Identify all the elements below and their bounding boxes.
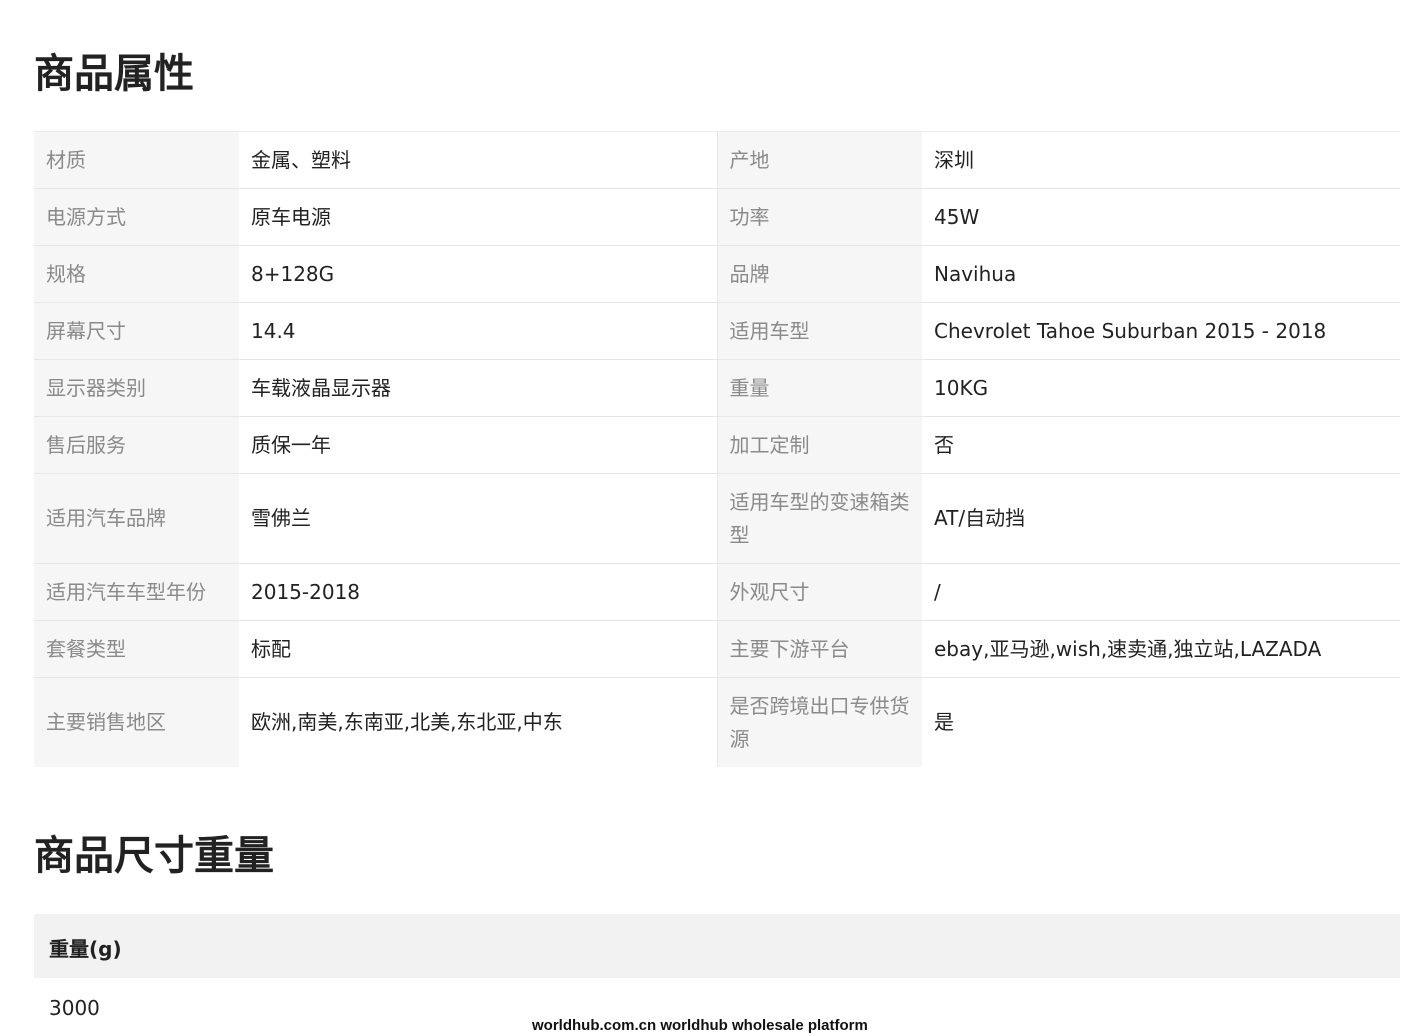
table-row: 显示器类别 车载液晶显示器 重量 10KG bbox=[34, 359, 1400, 417]
attr-key: 功率 bbox=[717, 188, 922, 246]
attr-value: / bbox=[922, 563, 1400, 621]
attr-key: 产地 bbox=[717, 132, 922, 189]
attr-value: 深圳 bbox=[922, 132, 1400, 189]
attr-key: 主要销售地区 bbox=[34, 677, 239, 767]
attr-key: 显示器类别 bbox=[34, 359, 239, 417]
attr-value: 是 bbox=[922, 677, 1400, 767]
table-row: 规格 8+128G 品牌 Navihua bbox=[34, 245, 1400, 303]
attr-value: Navihua bbox=[922, 245, 1400, 303]
table-row: 屏幕尺寸 14.4 适用车型 Chevrolet Tahoe Suburban … bbox=[34, 302, 1400, 360]
table-row: 售后服务 质保一年 加工定制 否 bbox=[34, 416, 1400, 474]
attr-value: 原车电源 bbox=[239, 188, 718, 246]
attr-value: 否 bbox=[922, 416, 1400, 474]
attr-value: 车载液晶显示器 bbox=[239, 359, 718, 417]
section-title-attributes: 商品属性 bbox=[34, 51, 194, 97]
weight-column-header: 重量(g) bbox=[49, 937, 122, 961]
attr-value: 10KG bbox=[922, 359, 1400, 417]
attr-key: 售后服务 bbox=[34, 416, 239, 474]
attr-key: 适用汽车车型年份 bbox=[34, 563, 239, 621]
attr-value: 雪佛兰 bbox=[239, 473, 718, 564]
table-row: 材质 金属、塑料 产地 深圳 bbox=[34, 132, 1400, 189]
attr-key: 套餐类型 bbox=[34, 620, 239, 678]
attr-value: 8+128G bbox=[239, 245, 718, 303]
attr-key: 主要下游平台 bbox=[717, 620, 922, 678]
attr-value: 2015-2018 bbox=[239, 563, 718, 621]
attr-key: 重量 bbox=[717, 359, 922, 417]
attr-value: ebay,亚马逊,wish,速卖通,独立站,LAZADA bbox=[922, 620, 1400, 678]
attr-key: 适用车型的变速箱类型 bbox=[717, 473, 922, 564]
attr-key: 加工定制 bbox=[717, 416, 922, 474]
table-row: 主要销售地区 欧洲,南美,东南亚,北美,东北亚,中东 是否跨境出口专供货源 是 bbox=[34, 677, 1400, 767]
table-row: 电源方式 原车电源 功率 45W bbox=[34, 188, 1400, 246]
attr-value: Chevrolet Tahoe Suburban 2015 - 2018 bbox=[922, 302, 1400, 360]
attr-value: 标配 bbox=[239, 620, 718, 678]
weight-value: 3000 bbox=[49, 996, 100, 1020]
attr-value: 14.4 bbox=[239, 302, 718, 360]
attr-key: 规格 bbox=[34, 245, 239, 303]
attributes-table: 材质 金属、塑料 产地 深圳 电源方式 原车电源 功率 45W 规格 8+128… bbox=[34, 132, 1400, 767]
section-title-dimensions: 商品尺寸重量 bbox=[34, 833, 274, 879]
attr-key: 品牌 bbox=[717, 245, 922, 303]
weight-table-header: 重量(g) bbox=[34, 914, 1400, 978]
attr-key: 屏幕尺寸 bbox=[34, 302, 239, 360]
attr-key: 适用车型 bbox=[717, 302, 922, 360]
attr-value: 45W bbox=[922, 188, 1400, 246]
attr-key: 电源方式 bbox=[34, 188, 239, 246]
attr-value: 金属、塑料 bbox=[239, 132, 718, 189]
attr-key: 适用汽车品牌 bbox=[34, 473, 239, 564]
attr-value: 质保一年 bbox=[239, 416, 718, 474]
table-row: 适用汽车车型年份 2015-2018 外观尺寸 / bbox=[34, 563, 1400, 621]
attr-value: 欧洲,南美,东南亚,北美,东北亚,中东 bbox=[239, 677, 718, 767]
attr-key: 材质 bbox=[34, 132, 239, 189]
watermark-text: worldhub.com.cn worldhub wholesale platf… bbox=[532, 1017, 868, 1034]
attr-key: 是否跨境出口专供货源 bbox=[717, 677, 922, 767]
attr-value: AT/自动挡 bbox=[922, 473, 1400, 564]
table-row: 套餐类型 标配 主要下游平台 ebay,亚马逊,wish,速卖通,独立站,LAZ… bbox=[34, 620, 1400, 678]
table-row: 适用汽车品牌 雪佛兰 适用车型的变速箱类型 AT/自动挡 bbox=[34, 473, 1400, 564]
attr-key: 外观尺寸 bbox=[717, 563, 922, 621]
